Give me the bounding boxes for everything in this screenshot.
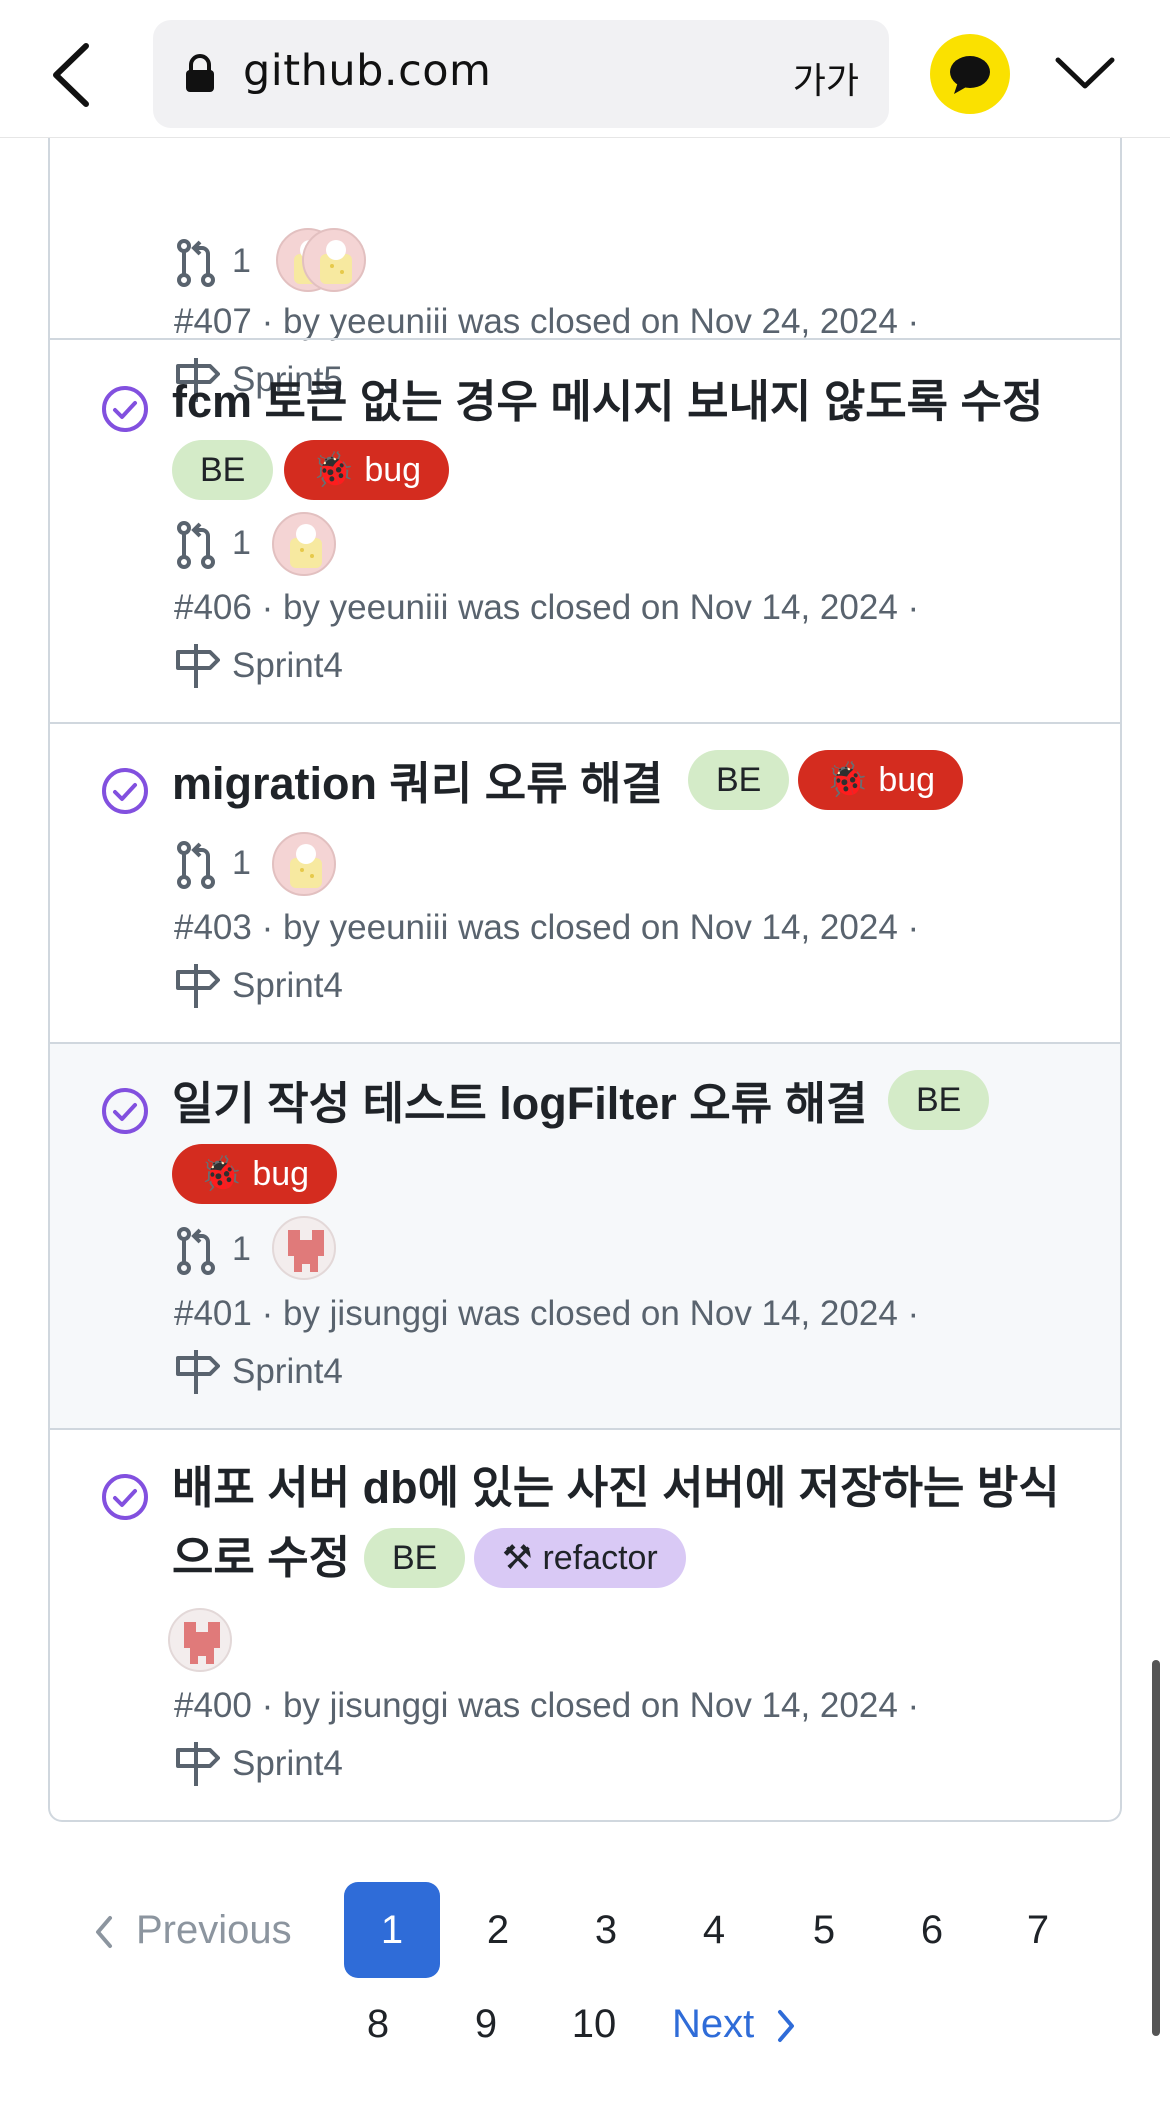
page-10-button[interactable]: 10 [546,1976,642,2072]
list-item[interactable]: 배포 서버 db에 있는 사진 서버에 저장하는 방식 으로 수정 BE ⚒ re… [50,1428,1120,1820]
avatar[interactable] [168,1608,232,1672]
label-bug[interactable]: 🐞 bug [284,440,450,500]
avatar[interactable] [272,512,336,576]
milestone-icon [176,1742,220,1786]
issue-title[interactable]: migration 쿼리 오류 해결 [172,754,663,814]
list-item[interactable]: 일기 작성 테스트 logFilter 오류 해결 BE 🐞 bug 1 #40… [50,1042,1120,1428]
milestone-icon [176,1350,220,1394]
previous-page-button: Previous [92,1882,322,1978]
browser-toolbar: github.com 가가 [0,0,1170,138]
issue-title[interactable]: 일기 작성 테스트 logFilter 오류 해결 [172,1074,867,1134]
label-refactor[interactable]: ⚒ refactor [474,1528,686,1588]
avatar-image [184,1622,220,1664]
ladybug-icon: 🐞 [200,1155,243,1193]
pr-count: 1 [232,844,251,882]
chevron-left-icon[interactable] [46,40,96,110]
milestone-name: Sprint4 [232,1744,343,1783]
issue-meta: #401 · by jisunggi was closed on Nov 14,… [174,1294,920,1333]
chat-bubble-icon [950,56,990,94]
issue-meta: #400 · by jisunggi was closed on Nov 14,… [174,1686,920,1725]
page-1-button[interactable]: 1 [344,1882,440,1978]
page-7-button[interactable]: 7 [990,1882,1086,1978]
previous-label: Previous [136,1908,292,1952]
pr-count: 1 [232,242,251,280]
issues-list: 1 #407 · by yeeuniii was closed on Nov 2… [48,100,1122,1822]
kakao-button[interactable] [930,34,1010,114]
label-bug[interactable]: 🐞 bug [172,1144,338,1204]
chevron-down-icon[interactable] [1052,48,1118,98]
lock-icon [186,54,214,92]
ladybug-icon: 🐞 [312,451,355,489]
page-3-button[interactable]: 3 [558,1882,654,1978]
list-item[interactable]: fcm 토큰 없는 경우 메시지 보내지 않도록 수정 BE 🐞 bug 1 #4… [50,338,1120,722]
address-bar[interactable]: github.com 가가 [153,20,889,128]
issue-closed-icon [102,1088,148,1134]
page-9-button[interactable]: 9 [438,1976,534,2072]
avatar-image [290,844,322,888]
hammer-and-wrench-icon: ⚒ [502,1539,533,1577]
git-pull-request-icon [177,239,215,287]
page-2-button[interactable]: 2 [450,1882,546,1978]
avatar-image [290,524,322,568]
issue-title-line-2[interactable]: 으로 수정 [172,1528,350,1588]
next-label: Next [672,2002,755,2046]
label-be[interactable]: BE [364,1528,466,1588]
chevron-left-icon [96,1916,112,1949]
label-text: bug [878,761,936,799]
issue-meta: #406 · by yeeuniii was closed on Nov 14,… [174,588,920,627]
font-size-button[interactable]: 가가 [793,52,859,104]
page-4-button[interactable]: 4 [666,1882,762,1978]
label-bug[interactable]: 🐞 bug [798,750,964,810]
issue-meta: #403 · by yeeuniii was closed on Nov 14,… [174,908,920,947]
milestone-name: Sprint4 [232,1352,343,1391]
issue-closed-icon [102,1474,148,1520]
milestone-name: Sprint4 [232,966,343,1005]
chevron-right-icon [778,2010,795,2043]
pr-count: 1 [232,1230,251,1268]
next-page-button[interactable]: Next [672,1976,832,2072]
label-be[interactable]: BE [172,440,274,500]
avatar-image [320,240,352,284]
list-item[interactable]: migration 쿼리 오류 해결 BE 🐞 bug 1 #403 · by y… [50,722,1120,1042]
milestone-icon [176,644,220,688]
git-pull-request-icon [177,841,215,889]
issue-meta: #407 · by yeeuniii was closed on Nov 24,… [174,302,920,341]
git-pull-request-icon [177,521,215,569]
git-pull-request-icon [177,1227,215,1275]
issue-closed-icon [102,768,148,814]
scrollbar[interactable] [1152,1660,1160,2036]
label-be[interactable]: BE [688,750,790,810]
avatar-image [288,1230,324,1272]
label-text: refactor [542,1539,658,1577]
page-8-button[interactable]: 8 [330,1976,426,2072]
avatar[interactable] [302,228,366,292]
avatar[interactable] [272,832,336,896]
milestone-name: Sprint4 [232,646,343,685]
pr-count: 1 [232,524,251,562]
avatar[interactable] [272,1216,336,1280]
milestone-icon [176,964,220,1008]
issue-closed-icon [102,386,148,432]
issue-title[interactable]: fcm 토큰 없는 경우 메시지 보내지 않도록 수정 [172,372,1043,432]
ladybug-icon: 🐞 [826,761,869,799]
page-5-button[interactable]: 5 [776,1882,872,1978]
label-text: bug [252,1155,310,1193]
issue-title-line-1[interactable]: 배포 서버 db에 있는 사진 서버에 저장하는 방식 [172,1458,1060,1518]
url-text: github.com [243,46,492,96]
label-be[interactable]: BE [888,1070,990,1130]
label-text: bug [364,451,422,489]
page-6-button[interactable]: 6 [884,1882,980,1978]
